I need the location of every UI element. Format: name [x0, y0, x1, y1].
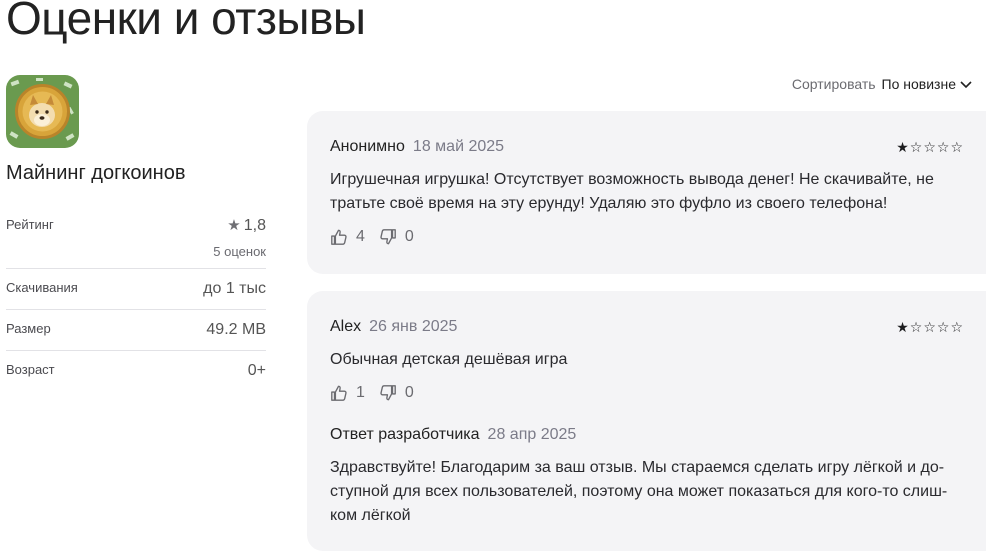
doge-coin-icon — [6, 75, 79, 148]
sort-dropdown[interactable]: По новизне — [882, 76, 956, 92]
thumbs-up-icon — [331, 229, 347, 245]
stat-size: Размер 49.2 MB — [6, 310, 266, 351]
stat-label: Размер — [6, 321, 51, 336]
stat-value: до 1 тыс — [203, 280, 266, 297]
developer-reply-text: Здравствуйте! Благодарим за ваш отзыв. М… — [330, 459, 948, 524]
review-author: Анонимно — [330, 138, 405, 155]
thumbs-down-icon — [380, 385, 396, 401]
stat-value: 0+ — [247, 362, 266, 379]
stat-label: Возраст — [6, 362, 55, 377]
review-votes: 1 0 — [330, 384, 428, 402]
thumbs-up-icon — [331, 385, 347, 401]
review-card: Alex 26 янв 2025 ★☆☆☆☆ Обычная детская де… — [307, 291, 986, 551]
review-card: Анонимно 18 май 2025 ★☆☆☆☆ Игрушечная игр… — [307, 111, 986, 274]
review-header: Анонимно 18 май 2025 — [330, 138, 504, 156]
sort-control[interactable]: Сортировать По новизне — [792, 76, 972, 92]
review-date: 18 май 2025 — [412, 138, 505, 155]
review-date: 26 янв 2025 — [369, 318, 458, 335]
like-button[interactable]: 1 — [330, 384, 365, 402]
app-name: Майнинг догкоинов — [6, 162, 186, 184]
dislike-button[interactable]: 0 — [379, 384, 414, 402]
review-header: Alex 26 янв 2025 — [330, 318, 457, 336]
dislike-count: 0 — [404, 384, 414, 401]
dislike-count: 0 — [404, 228, 414, 245]
thumbs-down-icon — [380, 229, 396, 245]
like-count: 4 — [356, 228, 365, 245]
chevron-down-icon[interactable] — [960, 81, 972, 89]
review-stars: ★☆☆☆☆ — [896, 319, 964, 335]
stat-label: Скачивания — [6, 280, 78, 295]
rating-value: ★ 1,8 — [227, 217, 266, 234]
review-votes: 4 0 — [330, 228, 428, 246]
developer-reply-label: Ответ разработчика — [330, 426, 480, 443]
review-text: Обычная детская дешёвая игра — [330, 351, 568, 368]
review-text: Игрушечная игрушка! Отсутствует возможно… — [330, 171, 934, 212]
sort-label: Сортировать — [791, 76, 876, 92]
stat-age: Возраст 0+ — [6, 351, 266, 391]
app-stats: Рейтинг ★ 1,8 5 оценок Скачивания до 1 ты… — [6, 210, 266, 391]
page-title: Оценки и отзывы — [6, 0, 366, 44]
stat-label: Рейтинг — [6, 217, 54, 232]
rating-count: 5 оценок — [213, 244, 266, 259]
like-button[interactable]: 4 — [330, 228, 365, 246]
review-author: Alex — [330, 318, 362, 335]
star-icon: ★ — [227, 217, 241, 234]
dislike-button[interactable]: 0 — [379, 228, 414, 246]
stat-downloads: Скачивания до 1 тыс — [6, 269, 266, 310]
stat-rating: Рейтинг ★ 1,8 5 оценок — [6, 210, 266, 269]
stat-value: 49.2 MB — [206, 321, 266, 338]
developer-reply-date: 28 апр 2025 — [487, 426, 577, 443]
app-icon[interactable] — [6, 75, 79, 148]
like-count: 1 — [356, 384, 365, 401]
developer-reply-header: Ответ разработчика 28 апр 2025 — [330, 426, 576, 444]
review-stars: ★☆☆☆☆ — [896, 139, 964, 155]
